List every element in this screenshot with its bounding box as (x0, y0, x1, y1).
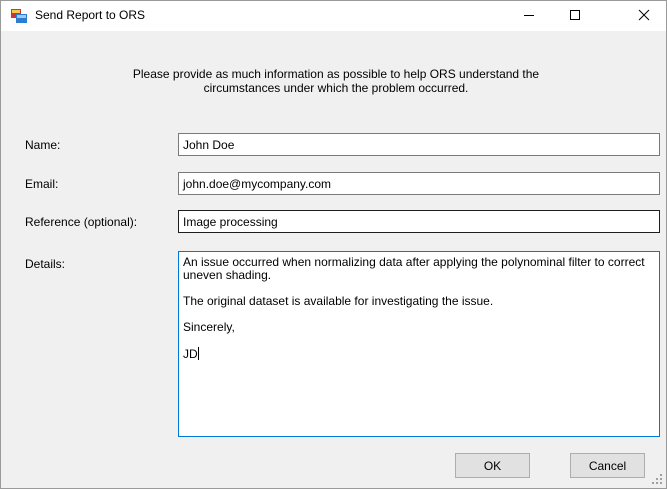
send-report-dialog: Send Report to ORS Please provide as muc… (0, 0, 667, 489)
email-label: Email: (25, 177, 59, 191)
minimize-button[interactable] (506, 1, 552, 31)
details-paragraph: The original dataset is available for in… (183, 294, 494, 308)
app-icon (11, 9, 27, 23)
details-textarea[interactable]: An issue occurred when normalizing data … (178, 251, 660, 437)
close-button[interactable] (621, 1, 667, 31)
reference-label: Reference (optional): (25, 215, 138, 229)
name-field[interactable]: John Doe (178, 133, 660, 156)
details-paragraph: JD (183, 347, 198, 361)
ok-button[interactable]: OK (455, 453, 530, 478)
maximize-icon (569, 9, 581, 24)
minimize-icon (523, 9, 535, 24)
intro-text: Please provide as much information as po… (41, 67, 631, 95)
details-label: Details: (25, 257, 66, 271)
resize-grip-icon[interactable] (651, 473, 663, 485)
title-bar[interactable]: Send Report to ORS (1, 1, 666, 31)
intro-line-2: circumstances under which the problem oc… (203, 81, 469, 95)
name-label: Name: (25, 138, 61, 152)
details-paragraph: An issue occurred when normalizing data … (183, 255, 645, 282)
details-paragraph: Sincerely, (183, 320, 235, 334)
close-icon (638, 9, 650, 24)
window-title: Send Report to ORS (35, 8, 146, 22)
text-caret (197, 347, 199, 360)
cancel-button[interactable]: Cancel (570, 453, 645, 478)
intro-line-1: Please provide as much information as po… (132, 67, 540, 81)
maximize-button[interactable] (552, 1, 598, 31)
email-field[interactable]: john.doe@mycompany.com (178, 172, 660, 195)
reference-field[interactable]: Image processing (178, 210, 660, 233)
